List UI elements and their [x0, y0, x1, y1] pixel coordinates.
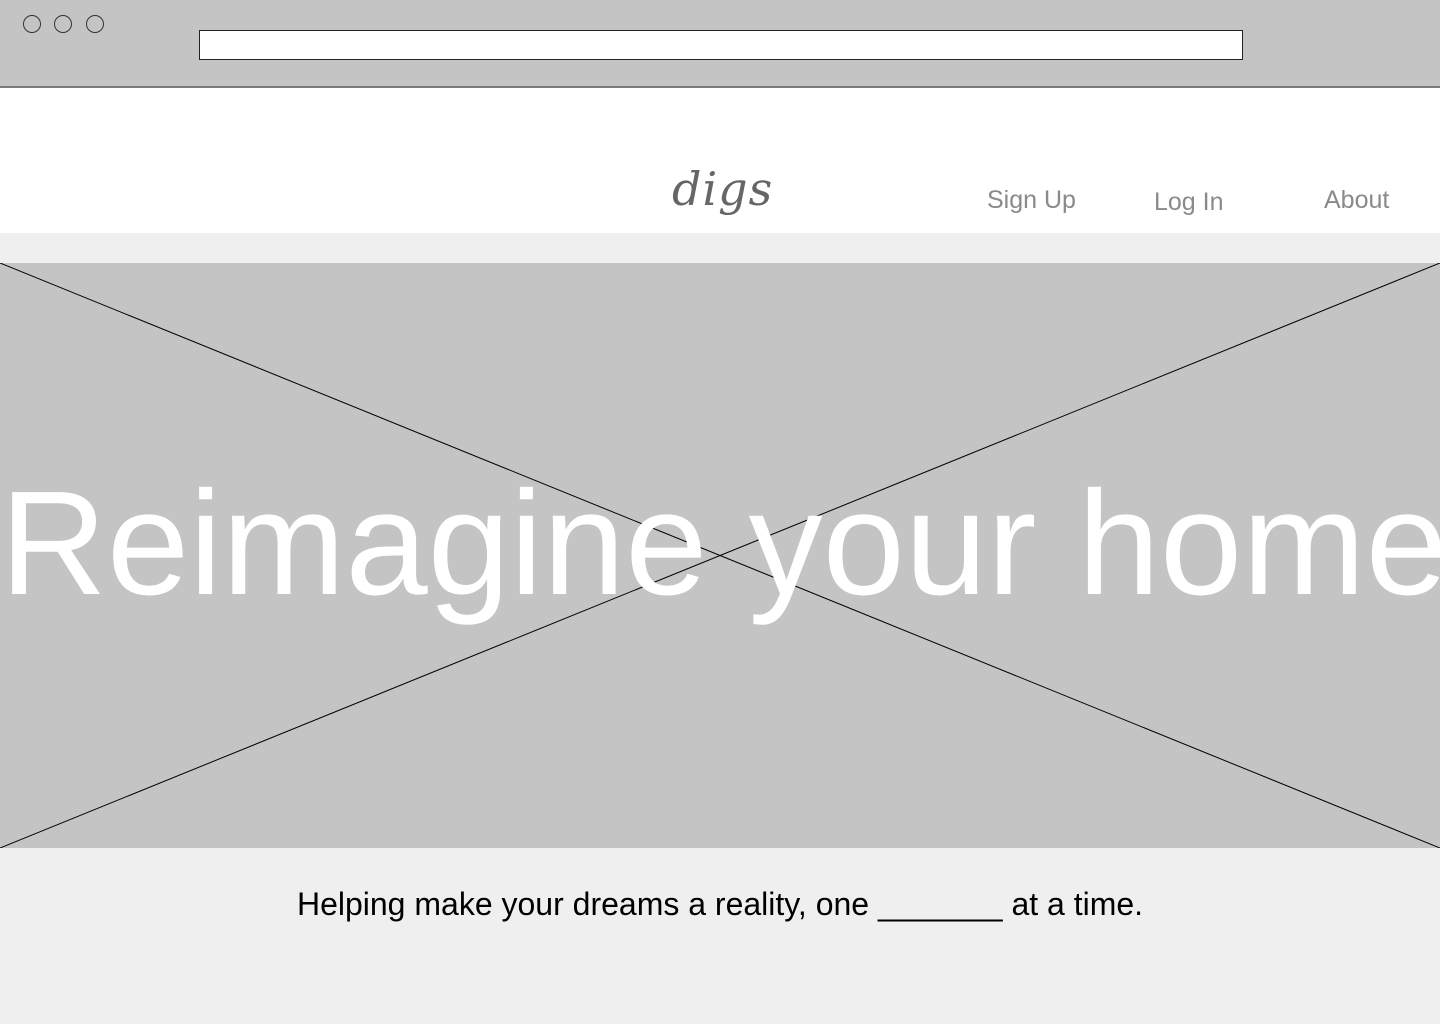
hero-title: Reimagine your home: [0, 461, 1440, 626]
nav-log-in-link[interactable]: Log In: [1154, 190, 1224, 215]
tagline: Helping make your dreams a reality, one …: [296, 886, 1144, 922]
window-maximize-button[interactable]: [86, 15, 104, 33]
address-bar[interactable]: [199, 30, 1243, 60]
nav-sign-up-link[interactable]: Sign Up: [987, 188, 1076, 213]
nav-about-link[interactable]: About: [1324, 188, 1389, 213]
site-header: digs Sign Up Log In About: [0, 88, 1440, 233]
page: digs Sign Up Log In About Reimagine your…: [0, 0, 1440, 1024]
window-close-button[interactable]: [23, 15, 41, 33]
browser-chrome: [0, 0, 1440, 88]
site-logo[interactable]: digs: [672, 166, 773, 212]
window-minimize-button[interactable]: [54, 15, 72, 33]
